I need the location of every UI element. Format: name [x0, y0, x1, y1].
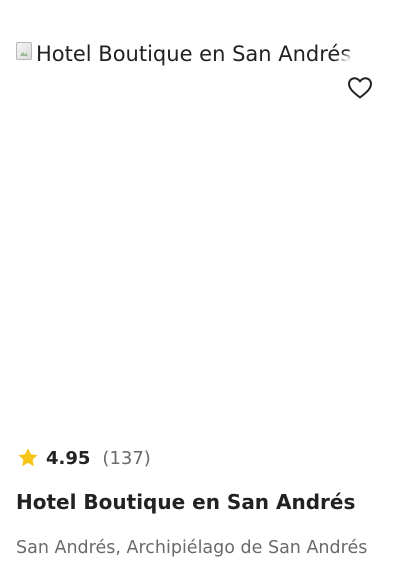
listing-location: San Andrés, Archipiélago de San Andrés [16, 538, 368, 558]
listing-title[interactable]: Hotel Boutique en San Andrés [16, 488, 355, 516]
favorite-button[interactable] [346, 74, 374, 102]
listing-card[interactable]: Hotel Boutique en San Andrés 4.95 (137) … [16, 40, 396, 569]
broken-image-placeholder: Hotel Boutique en San Andrés [16, 40, 360, 68]
broken-image-icon [16, 42, 32, 60]
review-count: (137) [102, 447, 151, 469]
rating-row: 4.95 (137) [16, 444, 151, 472]
heart-outline-icon [348, 77, 372, 99]
image-alt-text: Hotel Boutique en San Andrés [36, 42, 352, 66]
star-icon [18, 448, 38, 467]
listing-image[interactable]: Hotel Boutique en San Andrés [16, 40, 380, 420]
rating-value: 4.95 [46, 447, 91, 469]
